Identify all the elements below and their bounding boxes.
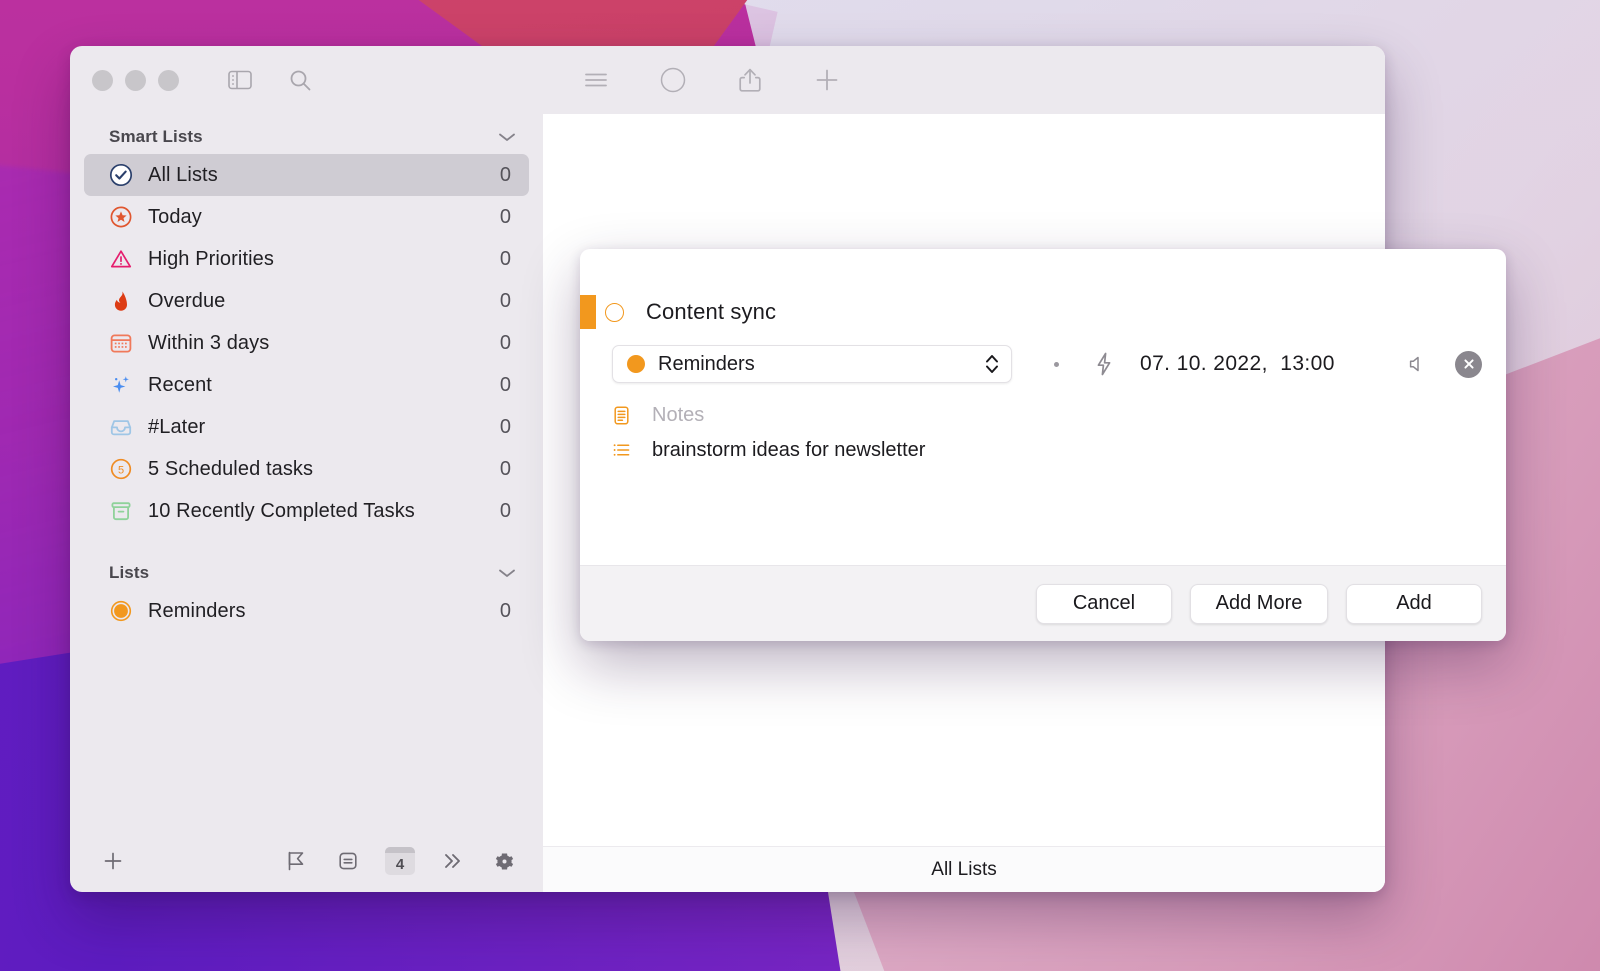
sidebar-item-count: 0 — [499, 599, 511, 622]
bulleted-list-icon — [612, 440, 631, 461]
sidebar-titlebar — [70, 46, 543, 114]
sidebar-item-all-lists[interactable]: All Lists 0 — [84, 154, 529, 196]
archive-box-icon — [108, 498, 134, 524]
sidebar-item-count: 0 — [499, 499, 511, 522]
desktop-wallpaper: Smart Lists All Lists 0 Today 0 High Pri… — [0, 0, 1600, 971]
sidebar-item-count: 0 — [499, 163, 511, 186]
sidebar-item-overdue[interactable]: Overdue 0 — [84, 280, 529, 322]
priority-dot-icon[interactable] — [1054, 361, 1059, 367]
sidebar: Smart Lists All Lists 0 Today 0 High Pri… — [70, 46, 543, 892]
dialog-body: Content sync Reminders 07. 10. 2022, 13:… — [580, 249, 1506, 565]
minimize-window-button[interactable] — [125, 69, 146, 91]
sidebar-toggle-icon[interactable] — [223, 65, 257, 95]
reminder-complete-radio[interactable] — [605, 302, 624, 322]
search-icon[interactable] — [283, 65, 317, 95]
sidebar-item-count: 0 — [499, 289, 511, 312]
group-header-lists[interactable]: Lists — [70, 556, 543, 590]
calendar-icon — [108, 330, 134, 356]
sidebar-item-recently-completed[interactable]: 10 Recently Completed Tasks 0 — [84, 490, 529, 532]
sidebar-item-scheduled-tasks[interactable]: 5 5 Scheduled tasks 0 — [84, 448, 529, 490]
reminder-title-input[interactable]: Content sync — [646, 299, 776, 325]
calendar-badge-number: 4 — [395, 856, 405, 873]
add-button[interactable]: Add — [1346, 583, 1482, 624]
sidebar-item-label: Within 3 days — [148, 331, 270, 354]
list-select-dropdown[interactable]: Reminders — [612, 345, 1012, 383]
sidebar-item-count: 0 — [499, 247, 511, 270]
sidebar-item-count: 0 — [499, 457, 511, 480]
add-reminder-dialog: Content sync Reminders 07. 10. 2022, 13:… — [580, 249, 1506, 641]
add-more-button[interactable]: Add More — [1190, 583, 1328, 624]
list-select-label: Reminders — [658, 352, 755, 375]
sidebar-item-within-3-days[interactable]: Within 3 days 0 — [84, 322, 529, 364]
add-list-icon[interactable] — [98, 846, 128, 876]
sidebar-item-label: Today — [148, 205, 202, 228]
chevron-down-icon[interactable] — [497, 131, 517, 143]
sidebar-item-label: 10 Recently Completed Tasks — [148, 499, 415, 522]
sidebar-bottom-toolbar: 4 — [70, 830, 543, 892]
sidebar-item-count: 0 — [499, 373, 511, 396]
close-window-button[interactable] — [92, 69, 113, 91]
cancel-button[interactable]: Cancel — [1036, 583, 1172, 624]
inbox-tray-icon — [108, 414, 134, 440]
sidebar-item-label: #Later — [148, 415, 206, 438]
calendar-badge-icon[interactable]: 4 — [385, 847, 415, 875]
svg-text:5: 5 — [118, 464, 124, 476]
note-document-icon — [612, 405, 631, 426]
star-circle-icon — [108, 204, 134, 230]
notes-placeholder: Notes — [652, 404, 705, 426]
sidebar-item-recent[interactable]: Recent 0 — [84, 364, 529, 406]
dialog-note-item-row[interactable]: brainstorm ideas for newsletter — [580, 425, 1506, 465]
flag-icon[interactable] — [281, 846, 311, 876]
check-circle-icon — [108, 162, 134, 188]
warning-triangle-icon — [108, 246, 134, 272]
gear-icon[interactable] — [489, 846, 519, 876]
circle-icon[interactable] — [656, 63, 690, 97]
group-title: Smart Lists — [109, 127, 203, 146]
sidebar-item-high-priorities[interactable]: High Priorities 0 — [84, 238, 529, 280]
sidebar-item-count: 0 — [499, 205, 511, 228]
sparkle-icon — [108, 372, 134, 398]
content-status-bar: All Lists — [543, 846, 1385, 892]
status-text: All Lists — [931, 858, 997, 880]
sidebar-item-label: Overdue — [148, 289, 226, 312]
zoom-window-button[interactable] — [158, 69, 179, 91]
sidebar-item-label: High Priorities — [148, 247, 274, 270]
reminder-datetime[interactable]: 07. 10. 2022, 13:00 — [1140, 352, 1335, 376]
sidebar-item-later[interactable]: #Later 0 — [84, 406, 529, 448]
sidebar-item-reminders[interactable]: Reminders 0 — [84, 590, 529, 632]
dialog-notes-row[interactable]: Notes — [580, 381, 1506, 426]
sidebar-item-label: Reminders — [148, 599, 246, 622]
sidebar-item-label: 5 Scheduled tasks — [148, 457, 314, 480]
dialog-title-row: Content sync — [580, 249, 1506, 329]
dialog-meta-row: Reminders 07. 10. 2022, 13:00 — [580, 329, 1506, 383]
note-item-text[interactable]: brainstorm ideas for newsletter — [652, 439, 925, 462]
sidebar-item-today[interactable]: Today 0 — [84, 196, 529, 238]
orange-list-dot-icon — [108, 598, 134, 624]
clear-circle-x-icon[interactable] — [1455, 350, 1482, 378]
flame-icon — [108, 288, 134, 314]
note-icon[interactable] — [333, 846, 363, 876]
sidebar-item-count: 0 — [499, 415, 511, 438]
dialog-footer: Cancel Add More Add — [580, 565, 1506, 641]
sidebar-list-container[interactable]: Smart Lists All Lists 0 Today 0 High Pri… — [70, 114, 543, 830]
bolt-icon[interactable] — [1093, 350, 1115, 378]
list-color-dot-icon — [627, 355, 645, 373]
up-down-chevron-icon[interactable] — [983, 351, 1001, 377]
group-title: Lists — [109, 563, 150, 582]
dialog-accent-bar — [580, 295, 596, 329]
group-header-smart-lists[interactable]: Smart Lists — [70, 120, 543, 154]
sidebar-item-count: 0 — [499, 331, 511, 354]
content-toolbar — [543, 46, 1385, 114]
speaker-icon[interactable] — [1407, 353, 1429, 375]
chevron-down-icon[interactable] — [497, 567, 517, 579]
sidebar-item-label: All Lists — [148, 163, 218, 186]
calendar-badge-top — [385, 847, 415, 853]
share-icon[interactable] — [733, 63, 767, 97]
number-5-circle-icon: 5 — [108, 456, 134, 482]
plus-icon[interactable] — [810, 63, 844, 97]
chevron-double-right-icon[interactable] — [437, 846, 467, 876]
list-lines-icon[interactable] — [579, 63, 613, 97]
sidebar-item-label: Recent — [148, 373, 212, 396]
